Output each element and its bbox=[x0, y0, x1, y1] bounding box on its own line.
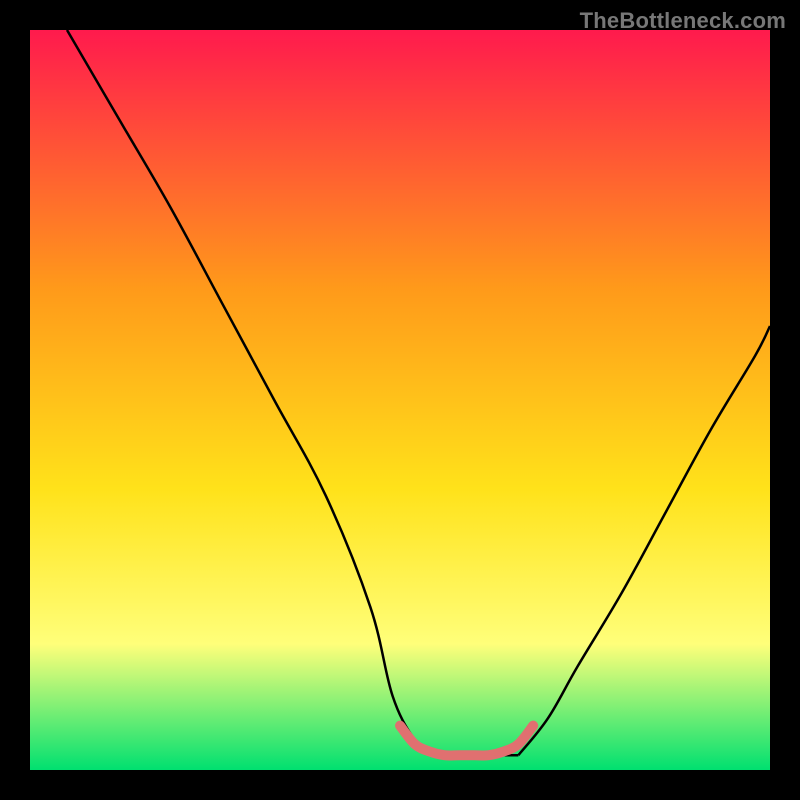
bottleneck-chart bbox=[30, 30, 770, 770]
plot-frame bbox=[30, 30, 770, 770]
stage: TheBottleneck.com bbox=[0, 0, 800, 800]
gradient-background bbox=[30, 30, 770, 770]
